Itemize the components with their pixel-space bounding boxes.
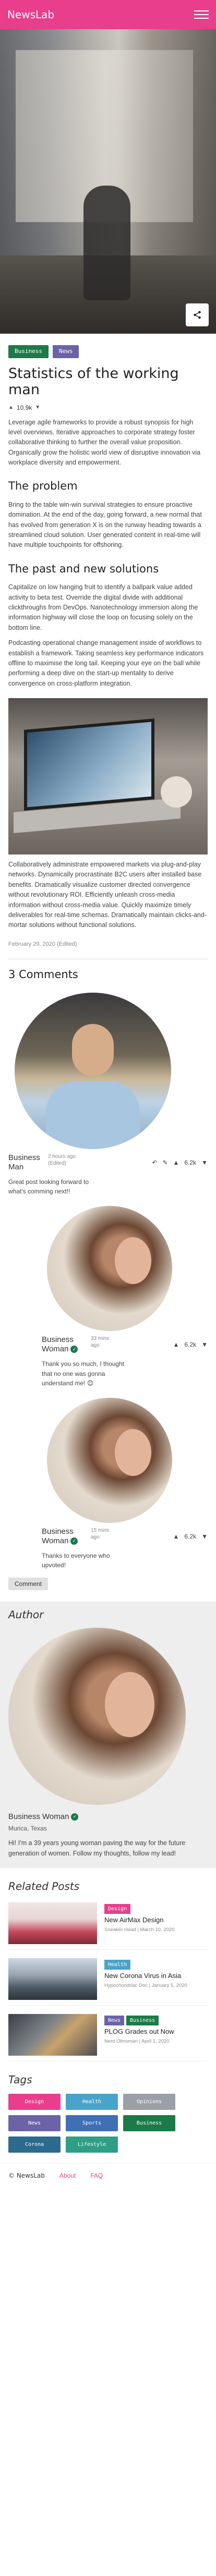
post-date: February 29, 2020 (Edited) bbox=[8, 941, 77, 947]
badge-business[interactable]: Business bbox=[8, 345, 49, 358]
chevron-down-icon[interactable]: ▼ bbox=[201, 1340, 208, 1349]
related-badge[interactable]: Health bbox=[104, 1960, 131, 1970]
comment-author[interactable]: Business Woman ✓ bbox=[42, 1527, 83, 1546]
comment-text: Thanks to everyone who upvoted! bbox=[42, 1552, 110, 1569]
comment-author[interactable]: Business Woman ✓ bbox=[42, 1335, 83, 1354]
related-heading: Related Posts bbox=[8, 1880, 80, 1893]
heading-problem: The problem bbox=[8, 480, 78, 493]
related-item[interactable]: Design New AirMax Design Sneaker Head | … bbox=[8, 1902, 208, 1950]
comment-button[interactable]: Comment bbox=[8, 1577, 49, 1590]
related-meta: Nerd Olmsman | April 1, 2020 bbox=[104, 2038, 170, 2045]
footer-copyright: © NewsLab bbox=[8, 2172, 45, 2180]
comment-text: Great post looking forward to what's com… bbox=[8, 1178, 89, 1195]
related-thumbnail[interactable] bbox=[8, 1902, 97, 1945]
badge-news[interactable]: News bbox=[52, 345, 79, 358]
navbar: NewsLab bbox=[0, 0, 216, 29]
related-section: Related Posts Design New AirMax Design S… bbox=[0, 1878, 216, 2153]
comments-title: 3 Comments bbox=[8, 959, 208, 983]
comment-score: 6.2k bbox=[184, 1340, 197, 1348]
menu-icon[interactable] bbox=[194, 10, 209, 19]
problem-paragraph: Bring to the table win-win survival stra… bbox=[8, 500, 202, 549]
related-meta: Sneaker Head | March 10, 2020 bbox=[104, 1927, 175, 1933]
author-heading: Author bbox=[8, 1608, 44, 1621]
avatar[interactable] bbox=[15, 992, 171, 1149]
chevron-up-icon[interactable]: ▲ bbox=[173, 1340, 179, 1349]
author-name[interactable]: Business Woman ✓ bbox=[8, 1811, 208, 1823]
chevron-down-icon[interactable]: ▼ bbox=[201, 1532, 208, 1541]
chevron-up-icon[interactable]: ▲ bbox=[8, 404, 14, 411]
comment-score: 6.2k bbox=[184, 1158, 197, 1166]
related-badge[interactable]: Design bbox=[104, 1904, 131, 1914]
tags-list: Design Health Opinions News Sports Busin… bbox=[8, 2094, 208, 2153]
past-paragraph-2: Podcasting operational change management… bbox=[8, 639, 204, 687]
tag-design[interactable]: Design bbox=[8, 2094, 61, 2110]
share-button[interactable] bbox=[186, 303, 209, 326]
hero-image bbox=[0, 29, 216, 334]
related-thumbnail[interactable] bbox=[8, 2014, 97, 2056]
after-image-paragraph: Collaboratively administrate empowered m… bbox=[8, 861, 207, 929]
past-paragraph-1: Capitalize on low hanging fruit to ident… bbox=[8, 583, 198, 631]
related-title[interactable]: New Corona Virus in Asia bbox=[104, 1972, 208, 1981]
comment-score: 6.2k bbox=[184, 1532, 197, 1540]
tag-lifestyle[interactable]: Lifestyle bbox=[66, 2137, 118, 2153]
intro-paragraph: Leverage agile frameworks to provide a r… bbox=[8, 418, 201, 467]
author-box: Author Business Woman ✓ Murica, Texas Hi!… bbox=[0, 1601, 216, 1869]
avatar[interactable] bbox=[47, 1205, 172, 1331]
brand-logo[interactable]: NewsLab bbox=[7, 7, 54, 22]
footer-link-about[interactable]: About bbox=[59, 2171, 76, 2180]
comment-reply: Business Woman ✓ 33 mins ago ▲ 6.2k ▼ Tha… bbox=[42, 1205, 208, 1388]
author-location: Murica, Texas bbox=[8, 1825, 47, 1833]
verified-icon: ✓ bbox=[71, 1813, 79, 1821]
heading-past: The past and new solutions bbox=[8, 562, 159, 575]
tag-sports[interactable]: Sports bbox=[66, 2115, 118, 2132]
related-badge[interactable]: Business bbox=[126, 2016, 159, 2026]
chevron-up-icon[interactable]: ▲ bbox=[173, 1532, 179, 1541]
footer-link-faq[interactable]: FAQ bbox=[90, 2171, 103, 2180]
tag-opinions[interactable]: Opinions bbox=[123, 2094, 175, 2110]
tag-corona[interactable]: Corona bbox=[8, 2137, 61, 2153]
author-avatar[interactable] bbox=[8, 1627, 186, 1805]
avatar[interactable] bbox=[47, 1397, 172, 1523]
related-item[interactable]: Health New Corona Virus in Asia Hypochon… bbox=[8, 1958, 208, 2006]
chevron-down-icon[interactable]: ▼ bbox=[35, 404, 40, 411]
footer: © NewsLab About FAQ bbox=[0, 2163, 216, 2188]
related-title[interactable]: New AirMax Design bbox=[104, 1916, 208, 1925]
chevron-down-icon[interactable]: ▼ bbox=[201, 1158, 208, 1167]
tag-news[interactable]: News bbox=[8, 2115, 61, 2132]
comment-time: 15 mins ago bbox=[91, 1527, 110, 1540]
verified-icon: ✓ bbox=[70, 1345, 78, 1353]
comment-text: Thank you so much, I thought that no one… bbox=[42, 1360, 125, 1387]
comment-edited: (Edited) bbox=[48, 1160, 67, 1166]
comment-time: 33 mins ago bbox=[91, 1335, 110, 1348]
related-thumbnail[interactable] bbox=[8, 1958, 97, 2000]
reply-icon[interactable]: ↶ bbox=[152, 1158, 157, 1167]
tags-heading: Tags bbox=[8, 2073, 32, 2086]
rating-value: 10.9k bbox=[16, 404, 32, 411]
comment-reply: Business Woman ✓ 15 mins ago ▲ 6.2k ▼ Tha… bbox=[42, 1397, 208, 1570]
rating: ▲ 10.9k ▼ bbox=[8, 403, 208, 412]
laptop-image bbox=[8, 698, 208, 855]
comment-time: 2 hours ago bbox=[48, 1153, 76, 1159]
related-meta: Hypochondriac Doc | January 5, 2020 bbox=[104, 1983, 187, 1989]
verified-icon: ✓ bbox=[70, 1537, 78, 1545]
author-bio: Hi! I'm a 39 years young woman paving th… bbox=[8, 1839, 186, 1857]
tag-business[interactable]: Business bbox=[123, 2115, 175, 2132]
edit-icon[interactable]: ✎ bbox=[162, 1158, 167, 1167]
related-title[interactable]: PLOG Grades out Now bbox=[104, 2028, 208, 2036]
related-badge[interactable]: News bbox=[104, 2016, 125, 2026]
comment-author[interactable]: Business Man bbox=[8, 1153, 42, 1172]
comment: Business Man 2 hours ago (Edited) ↶ ✎ ▲ … bbox=[8, 992, 208, 1197]
share-icon bbox=[194, 311, 201, 319]
related-item[interactable]: News Business PLOG Grades out Now Nerd O… bbox=[8, 2014, 208, 2062]
article: Business News Statistics of the working … bbox=[0, 345, 216, 1590]
article-title: Statistics of the working man bbox=[8, 365, 179, 398]
tag-health[interactable]: Health bbox=[66, 2094, 118, 2110]
chevron-up-icon[interactable]: ▲ bbox=[173, 1158, 179, 1167]
